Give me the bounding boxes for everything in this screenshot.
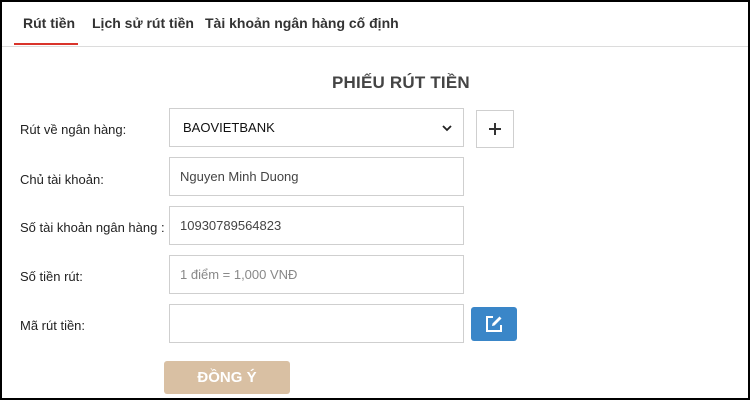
app-frame: Rút tiền Lịch sử rút tiền Tài khoản ngân… [2, 2, 748, 398]
bank-label: Rút về ngân hàng: [20, 122, 127, 137]
tab-withdraw-history[interactable]: Lịch sử rút tiền [92, 15, 194, 31]
bank-select[interactable]: BAOVIETBANK [169, 108, 464, 147]
edit-code-button[interactable] [471, 307, 517, 341]
account-number-label: Số tài khoản ngân hàng : [20, 220, 165, 235]
tab-bar: Rút tiền Lịch sử rút tiền Tài khoản ngân… [2, 2, 748, 47]
account-holder-label: Chủ tài khoản: [20, 172, 104, 187]
amount-label: Số tiền rút: [20, 269, 83, 284]
add-bank-button[interactable] [476, 110, 514, 148]
active-tab-indicator [14, 43, 78, 45]
withdraw-code-label: Mã rút tiền: [20, 318, 86, 333]
chevron-down-icon [442, 124, 452, 131]
account-number-input[interactable] [169, 206, 464, 245]
bank-select-value: BAOVIETBANK [183, 120, 275, 135]
edit-icon [486, 316, 502, 332]
form-title: PHIẾU RÚT TIỀN [332, 73, 470, 92]
tab-withdraw[interactable]: Rút tiền [23, 15, 75, 31]
tab-fixed-bank-account[interactable]: Tài khoản ngân hàng cố định [205, 15, 399, 31]
submit-button[interactable]: ĐỒNG Ý [164, 361, 290, 394]
plus-icon [489, 123, 501, 135]
amount-input[interactable] [169, 255, 464, 294]
account-holder-input[interactable] [169, 157, 464, 196]
withdraw-code-input[interactable] [169, 304, 464, 343]
